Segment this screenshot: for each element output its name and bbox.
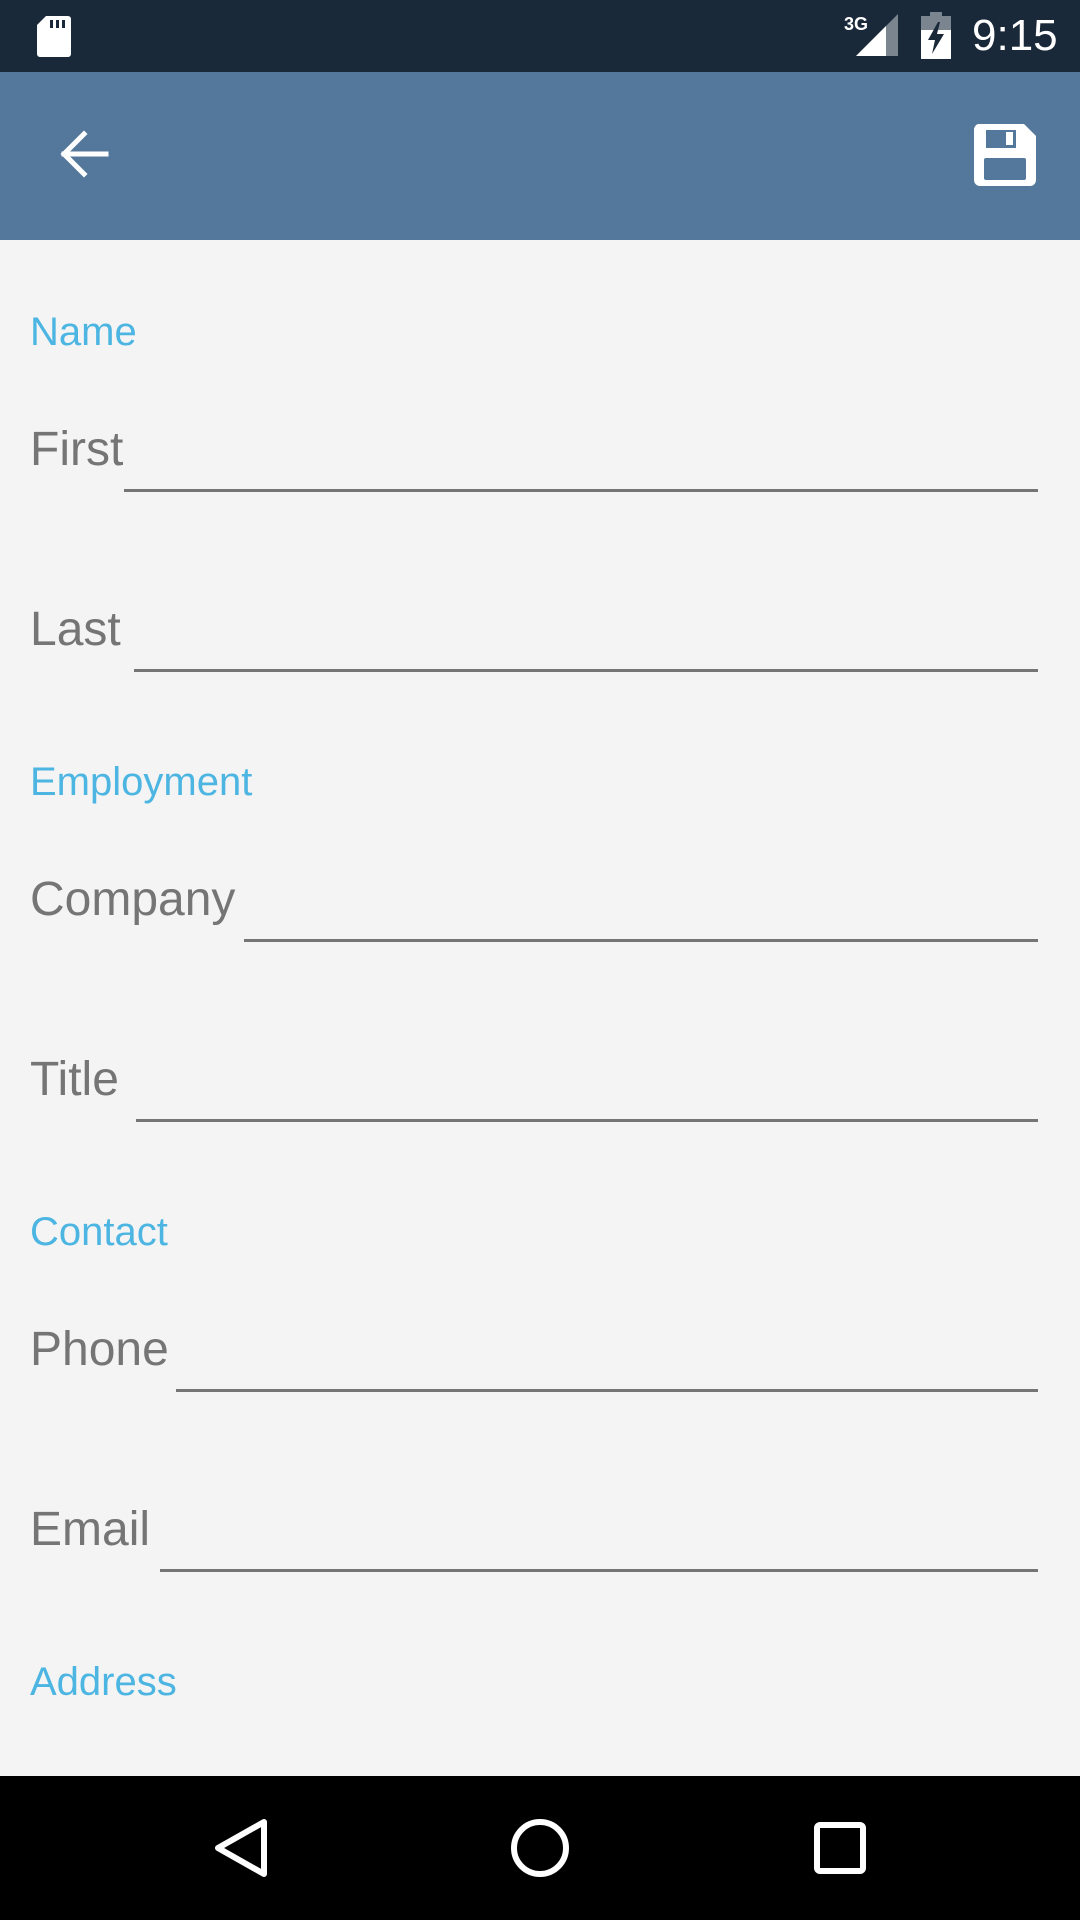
phone-label: Phone <box>30 1323 169 1376</box>
floppy-disk-icon <box>973 124 1036 186</box>
battery-charging-icon <box>921 12 951 59</box>
status-bar: 3G 9:15 <box>0 0 1080 72</box>
arrow-back-icon <box>60 130 109 178</box>
nav-back-button[interactable] <box>204 1812 276 1884</box>
first-name-label: First <box>30 423 124 476</box>
nav-recents-button[interactable] <box>804 1812 876 1884</box>
signal-3g-icon: 3G <box>844 14 898 56</box>
title-field[interactable] <box>136 1062 1038 1122</box>
last-name-label: Last <box>30 603 121 656</box>
app-bar <box>0 72 1080 240</box>
back-button[interactable] <box>44 114 124 194</box>
sd-card-icon <box>37 16 71 57</box>
section-header-address: Address <box>30 1660 177 1704</box>
navigation-bar <box>0 1776 1080 1920</box>
save-button[interactable] <box>968 118 1042 192</box>
phone-field[interactable] <box>176 1332 1038 1392</box>
status-time: 9:15 <box>972 11 1058 60</box>
section-header-employment: Employment <box>30 760 253 804</box>
nav-recents-icon <box>814 1822 866 1874</box>
nav-home-icon <box>511 1819 569 1877</box>
contact-form: Name First Last Employment Company Title… <box>0 240 1080 1776</box>
email-label: Email <box>30 1503 151 1556</box>
nav-home-button[interactable] <box>504 1812 576 1884</box>
title-label: Title <box>30 1053 119 1106</box>
section-header-contact: Contact <box>30 1210 168 1254</box>
company-label: Company <box>30 873 236 926</box>
first-name-field[interactable] <box>124 432 1038 492</box>
network-type-label: 3G <box>844 14 868 34</box>
contact-editor-screen: 3G 9:15 Name First Last Employment Compa… <box>0 0 1080 1920</box>
nav-back-icon <box>215 1819 267 1877</box>
section-header-name: Name <box>30 310 137 354</box>
email-field[interactable] <box>160 1512 1038 1572</box>
company-field[interactable] <box>244 882 1038 942</box>
last-name-field[interactable] <box>134 612 1038 672</box>
